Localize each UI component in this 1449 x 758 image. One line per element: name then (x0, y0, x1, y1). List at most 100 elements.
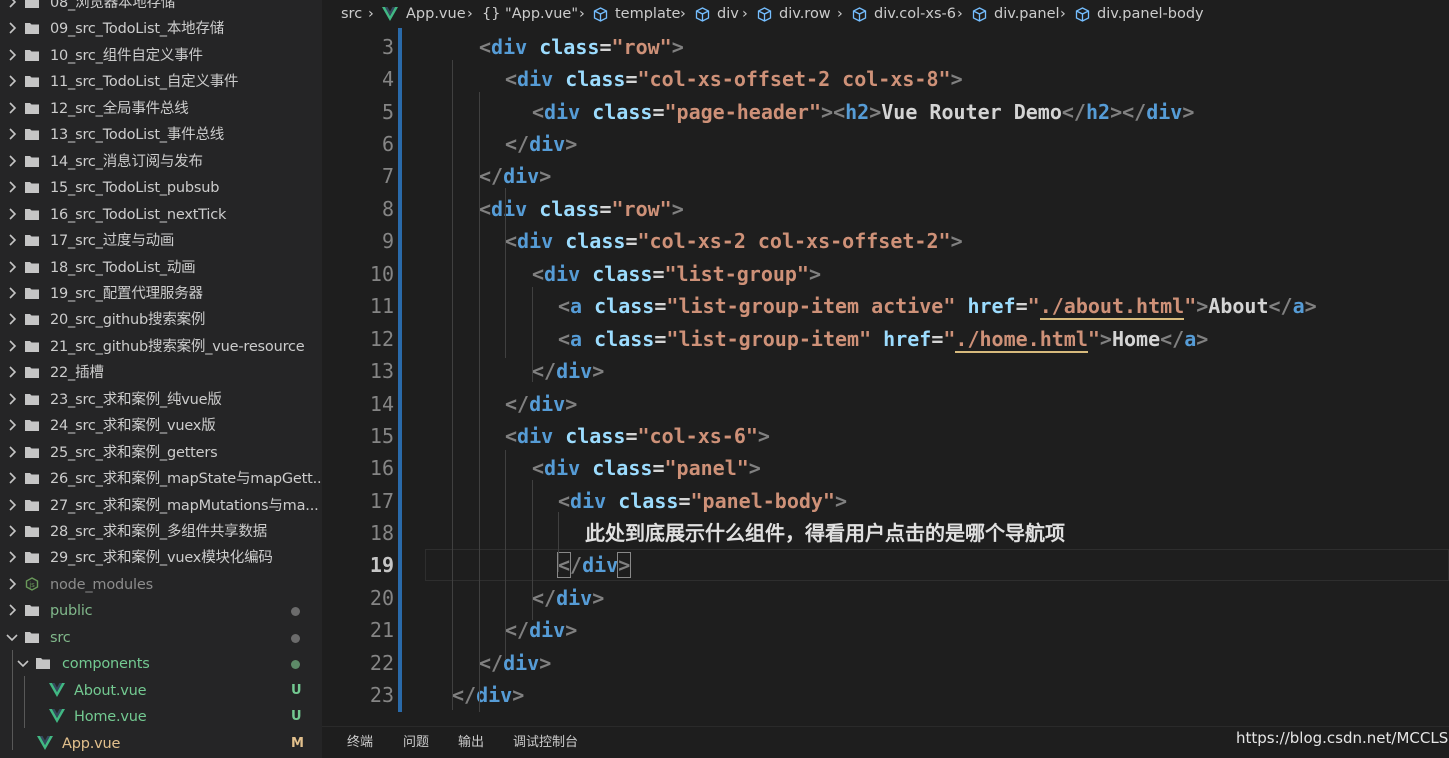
folder-icon (25, 208, 39, 220)
chevron-right-icon (7, 365, 19, 379)
folder-icon (25, 261, 39, 273)
code-line-3: <div class="row"> (479, 35, 684, 59)
explorer-item[interactable]: 20_src_github搜索案例 (0, 307, 322, 333)
git-status-badge: M (291, 735, 304, 751)
explorer-item-label: 27_src_求和案例_mapMutations与ma... (50, 497, 319, 514)
chevron-right-icon (7, 445, 19, 459)
explorer-item-label: src (50, 629, 71, 646)
git-status-badge: U (291, 709, 302, 725)
explorer-item-label: node_modules (50, 576, 153, 593)
code-line-7: </div> (479, 164, 552, 188)
code-line-21: </div> (505, 618, 578, 642)
explorer-item-label: App.vue (62, 735, 121, 752)
chevron-down-icon (16, 658, 29, 672)
explorer-item[interactable]: 24_src_求和案例_vuex版 (0, 413, 322, 439)
about-link[interactable]: ./about.html (1039, 294, 1185, 320)
folder-icon (25, 128, 39, 141)
explorer-item-label: About.vue (74, 682, 147, 699)
explorer-item[interactable]: 26_src_求和案例_mapState与mapGett... (0, 466, 322, 492)
explorer-item-label: 25_src_求和案例_getters (50, 444, 218, 461)
code-line-22: </div> (479, 651, 552, 675)
folder-icon (25, 393, 39, 405)
chevron-right-icon (7, 154, 19, 168)
explorer-item[interactable]: 25_src_求和案例_getters (0, 440, 322, 466)
chevron-right-icon (7, 392, 19, 406)
explorer-item-label: 18_src_TodoList_动画 (50, 259, 196, 276)
explorer-item[interactable]: 12_src_全局事件总线 (0, 96, 322, 122)
explorer-item-label: 23_src_求和案例_纯vue版 (50, 391, 222, 408)
indent-guide (505, 188, 506, 358)
explorer-item[interactable]: 10_src_组件自定义事件 (0, 43, 322, 69)
code-line-9: <div class="col-xs-2 col-xs-offset-2"> (505, 229, 963, 253)
code-line-11: <a class="list-group-item active" href="… (558, 294, 1317, 320)
folder-icon (25, 631, 39, 643)
chevron-right-icon (7, 127, 19, 141)
explorer-item-label: 29_src_求和案例_vuex模块化编码 (50, 550, 273, 567)
explorer-item[interactable]: 23_src_求和案例_纯vue版 (0, 387, 322, 413)
code-line-16: <div class="panel"> (532, 456, 761, 480)
git-status-dot (291, 633, 300, 643)
chevron-right-icon (7, 101, 19, 115)
folder-icon (25, 419, 39, 432)
chevron-right-icon (7, 286, 19, 300)
tab-debug-console[interactable]: 调试控制台 (513, 733, 578, 753)
tab-output[interactable]: 输出 (458, 733, 484, 753)
chevron-right-icon (7, 21, 19, 35)
explorer-item[interactable]: 29_src_求和案例_vuex模块化编码 (0, 545, 322, 571)
explorer-item[interactable]: src (0, 625, 322, 651)
chevron-right-icon (7, 603, 19, 617)
chevron-right-icon (7, 233, 19, 247)
explorer-item[interactable]: 18_src_TodoList_动画 (0, 255, 322, 281)
explorer-item[interactable]: Home.vue U (0, 704, 322, 730)
explorer-item-label: 16_src_TodoList_nextTick (50, 206, 227, 223)
chevron-right-icon (7, 180, 19, 194)
explorer-item[interactable]: 21_src_github搜索案例_vue-resource (0, 334, 322, 360)
explorer-item[interactable]: 27_src_求和案例_mapMutations与ma... (0, 493, 322, 519)
tree-indent-guide (24, 676, 25, 728)
explorer-item[interactable]: components (0, 651, 322, 677)
explorer-item[interactable]: 28_src_求和案例_多组件共享数据 (0, 519, 322, 545)
node-modules-icon: js (25, 577, 39, 591)
explorer-item[interactable]: 08_浏览器本地存储 (0, 0, 322, 16)
explorer-item[interactable]: About.vue U (0, 678, 322, 704)
explorer-item[interactable]: App.vue M (0, 731, 322, 757)
chevron-right-icon (7, 74, 19, 88)
explorer-item[interactable]: 22_插槽 (0, 360, 322, 386)
tab-problems[interactable]: 问题 (403, 733, 429, 753)
explorer-item[interactable]: public (0, 598, 322, 624)
folder-icon (25, 234, 39, 247)
explorer-item[interactable]: 16_src_TodoList_nextTick (0, 202, 322, 228)
code-line-6: </div> (505, 132, 578, 156)
explorer-item[interactable]: js node_modules (0, 572, 322, 598)
chevron-down-icon (5, 632, 18, 646)
explorer-item[interactable]: 19_src_配置代理服务器 (0, 281, 322, 307)
chevron-right-icon (7, 207, 19, 221)
home-link[interactable]: ./home.html (955, 327, 1088, 353)
explorer-item[interactable]: 11_src_TodoList_自定义事件 (0, 69, 322, 95)
chevron-right-icon (7, 498, 19, 512)
code-line-20: </div> (532, 586, 605, 610)
explorer-item[interactable]: 17_src_过度与动画 (0, 228, 322, 254)
explorer-item[interactable]: 09_src_TodoList_本地存储 (0, 16, 322, 42)
code-line-13: </div> (532, 359, 605, 383)
tab-terminal[interactable]: 终端 (347, 733, 373, 753)
folder-icon (25, 313, 39, 326)
explorer-item[interactable]: 15_src_TodoList_pubsub (0, 175, 322, 201)
chevron-right-icon (7, 471, 19, 485)
explorer-item-label: 21_src_github搜索案例_vue-resource (50, 338, 305, 355)
explorer-item[interactable]: 13_src_TodoList_事件总线 (0, 122, 322, 148)
explorer-item-label: 22_插槽 (50, 365, 104, 382)
indent-guide (479, 92, 480, 712)
tree-indent-guide (12, 650, 13, 750)
folder-icon (25, 49, 39, 61)
folder-icon (25, 604, 39, 617)
explorer-item-label: 24_src_求和案例_vuex版 (50, 418, 216, 435)
code-editor[interactable]: src › App.vue › {} "App.vue" › template ›… (322, 0, 1449, 726)
chevron-right-icon (7, 312, 19, 326)
explorer-item[interactable]: 14_src_消息订阅与发布 (0, 149, 322, 175)
folder-icon (25, 181, 39, 194)
explorer-item-label: 11_src_TodoList_自定义事件 (50, 74, 239, 91)
vue-file-icon (49, 682, 65, 697)
explorer-item-label: 12_src_全局事件总线 (50, 100, 189, 117)
code-area[interactable]: <div class="row"> <div class="col-xs-off… (322, 0, 1449, 726)
